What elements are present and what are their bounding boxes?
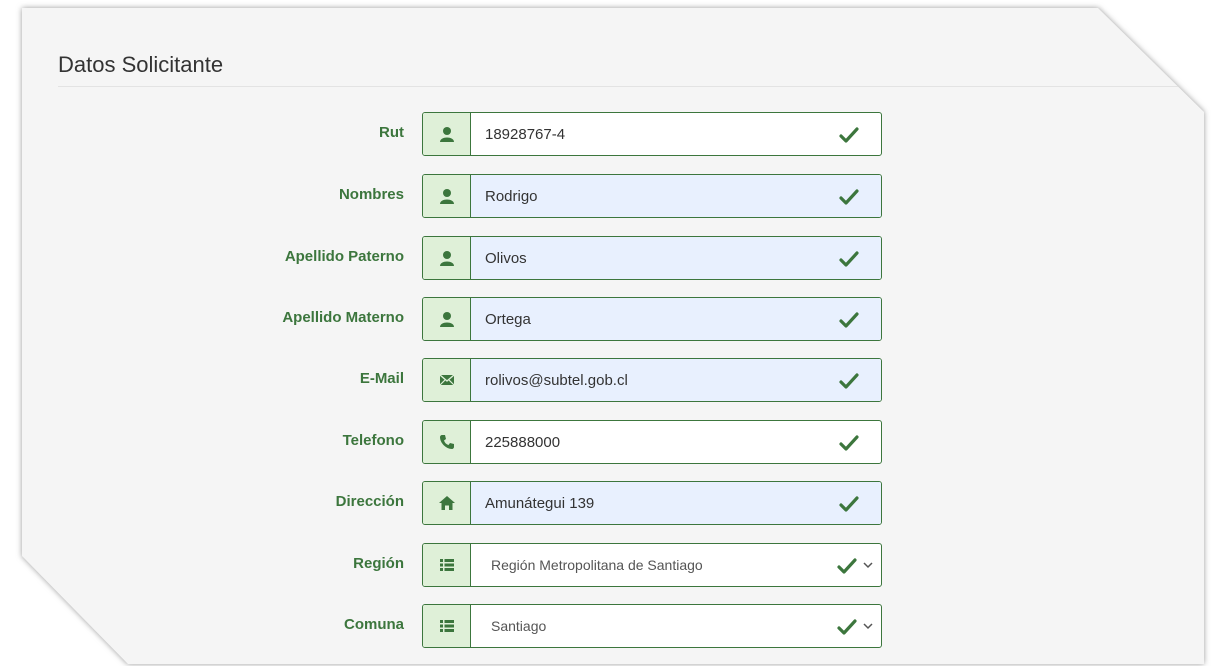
apellido-paterno-field[interactable]: Olivos <box>422 236 882 280</box>
title-divider <box>58 86 1198 87</box>
field-label: Rut <box>379 124 404 141</box>
field-label: Comuna <box>344 616 404 633</box>
field-label: Apellido Materno <box>282 309 404 326</box>
check-icon <box>839 127 859 143</box>
direccion-input[interactable]: Amunátegui 139 <box>471 482 881 524</box>
check-icon <box>839 251 859 267</box>
form-row-telefono: Telefono 225888000 <box>22 420 1204 464</box>
apellido-paterno-input[interactable]: Olivos <box>471 237 881 279</box>
direccion-field[interactable]: Amunátegui 139 <box>422 481 882 525</box>
region-dropdown[interactable]: Región Metropolitana de Santiago <box>471 544 881 586</box>
panel-title: Datos Solicitante <box>58 52 224 77</box>
form-row-comuna: Comuna Santiago <box>22 604 1204 648</box>
check-icon <box>839 312 859 328</box>
telefono-input[interactable]: 225888000 <box>471 421 881 463</box>
selected-option: Región Metropolitana de Santiago <box>491 557 703 573</box>
field-value: 225888000 <box>485 433 561 451</box>
check-icon <box>839 435 859 451</box>
apellido-materno-field[interactable]: Ortega <box>422 297 882 341</box>
field-value: Ortega <box>485 310 531 328</box>
check-icon <box>839 496 859 512</box>
user-icon <box>423 298 471 340</box>
phone-icon <box>423 421 471 463</box>
form-row-email: E-Mail rolivos@subtel.gob.cl <box>22 358 1204 402</box>
field-label: E-Mail <box>359 370 404 387</box>
envelope-icon <box>423 359 471 401</box>
nombres-input[interactable]: Rodrigo <box>471 175 881 217</box>
user-icon <box>423 175 471 217</box>
list-icon <box>423 605 471 647</box>
chevron-down-icon[interactable] <box>863 560 873 570</box>
field-value: 18928767-4 <box>485 125 566 143</box>
comuna-dropdown[interactable]: Santiago <box>471 605 881 647</box>
field-label: Apellido Paterno <box>284 248 404 265</box>
field-label: Telefono <box>342 432 404 449</box>
field-value: rolivos@subtel.gob.cl <box>485 371 628 389</box>
email-input[interactable]: rolivos@subtel.gob.cl <box>471 359 881 401</box>
rut-input[interactable]: 18928767-4 <box>471 113 881 155</box>
nombres-field[interactable]: Rodrigo <box>422 174 882 218</box>
field-label: Nombres <box>338 186 404 203</box>
field-label: Dirección <box>335 493 404 510</box>
applicant-panel: Datos Solicitante Rut 18928767-4 Nombres… <box>22 8 1204 664</box>
region-select[interactable]: Región Metropolitana de Santiago <box>422 543 882 587</box>
telefono-field[interactable]: 225888000 <box>422 420 882 464</box>
field-value: Rodrigo <box>485 187 538 205</box>
form-row-rut: Rut 18928767-4 <box>22 112 1204 156</box>
user-icon <box>423 113 471 155</box>
comuna-select[interactable]: Santiago <box>422 604 882 648</box>
field-label: Región <box>353 555 404 572</box>
field-value: Olivos <box>485 249 527 267</box>
list-icon <box>423 544 471 586</box>
check-icon <box>839 189 859 205</box>
chevron-down-icon[interactable] <box>863 621 873 631</box>
check-icon <box>837 558 857 574</box>
form-row-nombres: Nombres Rodrigo <box>22 174 1204 218</box>
user-icon <box>423 237 471 279</box>
form-row-apellido-materno: Apellido Materno Ortega <box>22 297 1204 341</box>
field-value: Amunátegui 139 <box>485 494 595 512</box>
rut-field[interactable]: 18928767-4 <box>422 112 882 156</box>
form-row-direccion: Dirección Amunátegui 139 <box>22 481 1204 525</box>
form-row-region: Región Región Metropolitana de Santiago <box>22 543 1204 587</box>
apellido-materno-input[interactable]: Ortega <box>471 298 881 340</box>
selected-option: Santiago <box>491 618 547 634</box>
home-icon <box>423 482 471 524</box>
form-row-apellido-paterno: Apellido Paterno Olivos <box>22 236 1204 280</box>
email-field[interactable]: rolivos@subtel.gob.cl <box>422 358 882 402</box>
check-icon <box>839 373 859 389</box>
check-icon <box>837 619 857 635</box>
